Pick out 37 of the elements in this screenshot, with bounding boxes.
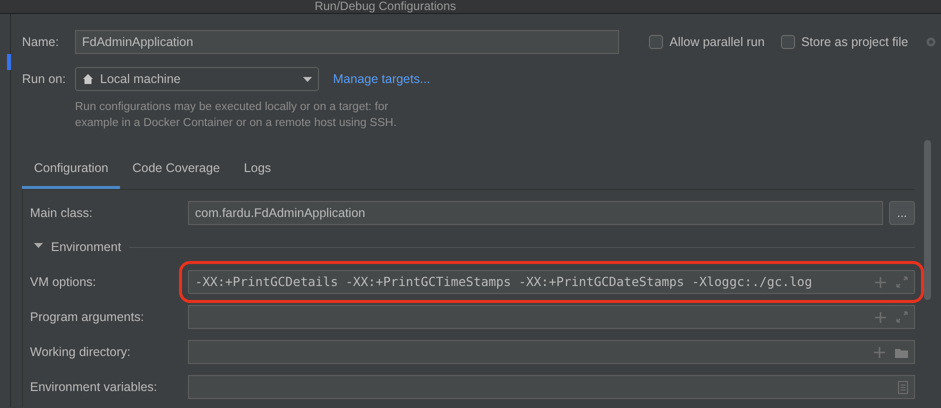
- field-label: VM options:: [30, 274, 98, 291]
- plus-icon[interactable]: [875, 276, 886, 288]
- checkbox-label: Allow parallel run: [670, 34, 765, 51]
- checkbox[interactable]: [780, 35, 795, 49]
- field-label: Environment variables:: [30, 378, 158, 396]
- name-label: Name:: [22, 34, 60, 51]
- text-field[interactable]: [188, 340, 915, 364]
- gear-icon[interactable]: [924, 35, 938, 49]
- tab[interactable]: Configuration: [22, 153, 120, 189]
- plus-icon[interactable]: [874, 346, 885, 358]
- caret-icon[interactable]: [303, 76, 312, 82]
- tab[interactable]: Code Coverage: [120, 153, 232, 189]
- field-label: Program arguments:: [30, 308, 145, 326]
- home-icon[interactable]: [82, 73, 94, 85]
- checkbox-label: Store as project file: [801, 34, 908, 51]
- expand-icon[interactable]: [896, 276, 908, 288]
- field-label: Main class:: [30, 204, 94, 222]
- folder-icon[interactable]: [895, 346, 908, 358]
- section-title: Environment: [51, 239, 122, 256]
- expand-icon[interactable]: [896, 311, 908, 324]
- run-on-label: Run on:: [22, 70, 67, 88]
- plus-icon[interactable]: [875, 312, 886, 323]
- hint-text: Run configurations may be executed locally or on a target: for example in a Docker Container or on a remote host using SSH.: [75, 100, 398, 131]
- text-field[interactable]: [188, 305, 915, 330]
- target-dropdown[interactable]: Local machine: [75, 67, 319, 91]
- tab[interactable]: Logs: [232, 153, 284, 189]
- scrollbar-thumb[interactable]: [924, 140, 931, 300]
- main-class-field[interactable]: com.fardu.FdAdminApplication: [188, 201, 883, 226]
- checkbox[interactable]: [649, 35, 663, 49]
- name-field[interactable]: FdAdminApplication: [75, 30, 619, 54]
- document-icon[interactable]: [898, 380, 908, 394]
- field-label: Working directory:: [30, 344, 132, 361]
- browse-button[interactable]: ...: [889, 201, 915, 226]
- window-title: Run/Debug Configurations: [314, 0, 456, 13]
- selection-marker: [7, 54, 11, 70]
- text-field[interactable]: [188, 375, 915, 400]
- manage-targets-link[interactable]: Manage targets...: [333, 70, 430, 88]
